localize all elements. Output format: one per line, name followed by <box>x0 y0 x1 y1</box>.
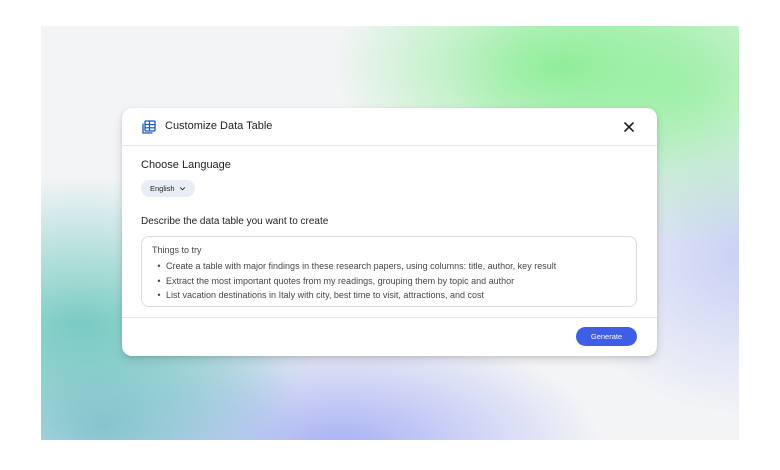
suggestion-text: Create a table with major findings in th… <box>166 261 557 271</box>
bullet: • <box>157 290 161 300</box>
suggestion-text: Extract the most important quotes from m… <box>166 275 515 286</box>
chevron-down-icon <box>179 185 186 192</box>
close-icon <box>624 122 634 132</box>
customize-data-table-dialog: Customize Data Table Choose Language Eng… <box>122 108 657 356</box>
table-description-input[interactable]: Things to try • Create a table with major… <box>141 236 637 307</box>
suggestion-item: • Extract the most important quotes from … <box>152 274 556 289</box>
footer-divider <box>122 317 657 318</box>
dialog-title: Customize Data Table <box>165 120 273 132</box>
suggestion-list: • Create a table with major findings in t… <box>152 259 556 303</box>
close-button[interactable] <box>619 117 639 137</box>
language-dropdown[interactable]: English <box>141 180 195 197</box>
suggestion-item: • List vacation destinations in Italy wit… <box>152 288 556 303</box>
bullet: • <box>157 275 161 286</box>
generate-button[interactable]: Generate <box>576 327 637 346</box>
prompt-hint-title: Things to try <box>152 245 202 255</box>
table-icon <box>142 120 156 134</box>
suggestion-item: • Create a table with major findings in t… <box>152 259 556 274</box>
bullet: • <box>157 261 161 271</box>
describe-table-label: Describe the data table you want to crea… <box>141 216 329 227</box>
suggestion-text: List vacation destinations in Italy with… <box>166 290 484 300</box>
language-selected-value: English <box>150 184 175 193</box>
choose-language-label: Choose Language <box>141 159 231 171</box>
dialog-header: Customize Data Table <box>122 108 657 146</box>
